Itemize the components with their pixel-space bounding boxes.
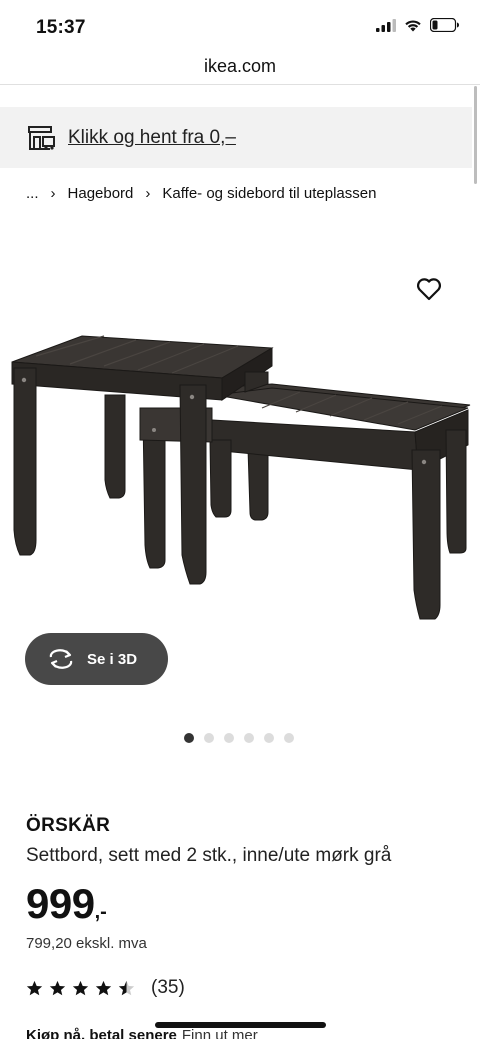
breadcrumb-item-hagebord[interactable]: Hagebord [68, 185, 134, 202]
product-image[interactable] [0, 255, 480, 650]
chevron-right-icon: › [50, 185, 56, 202]
wifi-icon [405, 19, 421, 31]
price-main: 999 [26, 880, 95, 927]
price-suffix: ,- [94, 901, 107, 923]
click-collect-banner[interactable]: Klikk og hent fra 0,– [0, 107, 472, 168]
status-time: 15:37 [36, 17, 86, 38]
click-collect-link[interactable]: Klikk og hent fra 0,– [68, 127, 236, 149]
star-filled-icon [95, 980, 112, 995]
address-bar[interactable]: ikea.com [0, 54, 480, 84]
product-rating[interactable]: (35) [26, 977, 185, 999]
carousel-dot[interactable] [244, 733, 254, 743]
carousel-dot[interactable] [264, 733, 274, 743]
chevron-right-icon: › [145, 185, 151, 202]
view-3d-label: Se i 3D [87, 650, 138, 668]
review-count[interactable]: (35) [151, 977, 185, 999]
breadcrumb-ellipsis[interactable]: ... [26, 185, 39, 202]
view-3d-button[interactable]: Se i 3D [25, 633, 168, 685]
carousel-dot[interactable] [204, 733, 214, 743]
carousel-indicator [184, 733, 294, 743]
status-icons [376, 18, 460, 32]
product-description: Settbord, sett med 2 stk., inne/ute mørk… [26, 845, 392, 866]
store-icon [28, 125, 55, 150]
breadcrumb: ... › Hagebord › Kaffe- og sidebord til … [26, 185, 376, 202]
status-bar: 15:37 [0, 0, 480, 56]
rating-stars [26, 980, 135, 997]
product-name: ÖRSKÄR [26, 815, 111, 836]
battery-icon [430, 18, 459, 32]
scrollbar[interactable] [474, 86, 477, 184]
carousel-dot[interactable] [184, 733, 194, 743]
url-text: ikea.com [203, 56, 277, 76]
rotate-3d-icon [49, 649, 73, 669]
pay-later-info: Kjøp nå, betal senere Finn ut mer [26, 1027, 258, 1039]
heart-icon[interactable] [416, 277, 442, 301]
divider [0, 84, 480, 85]
star-filled-icon [26, 980, 43, 995]
home-indicator[interactable] [155, 1022, 326, 1028]
signal-icon [376, 18, 396, 32]
price-ex-vat: 799,20 ekskl. mva [26, 935, 147, 952]
product-price: 999 ,- [26, 880, 107, 928]
breadcrumb-item-kaffebord[interactable]: Kaffe- og sidebord til uteplassen [162, 185, 376, 202]
star-half-icon [118, 980, 135, 995]
star-filled-icon [49, 980, 66, 995]
pay-later-text: Kjøp nå, betal senere [26, 1027, 177, 1039]
pay-later-link[interactable]: Finn ut mer [182, 1027, 258, 1039]
carousel-dot[interactable] [224, 733, 234, 743]
star-filled-icon [72, 980, 89, 995]
carousel-dot[interactable] [284, 733, 294, 743]
